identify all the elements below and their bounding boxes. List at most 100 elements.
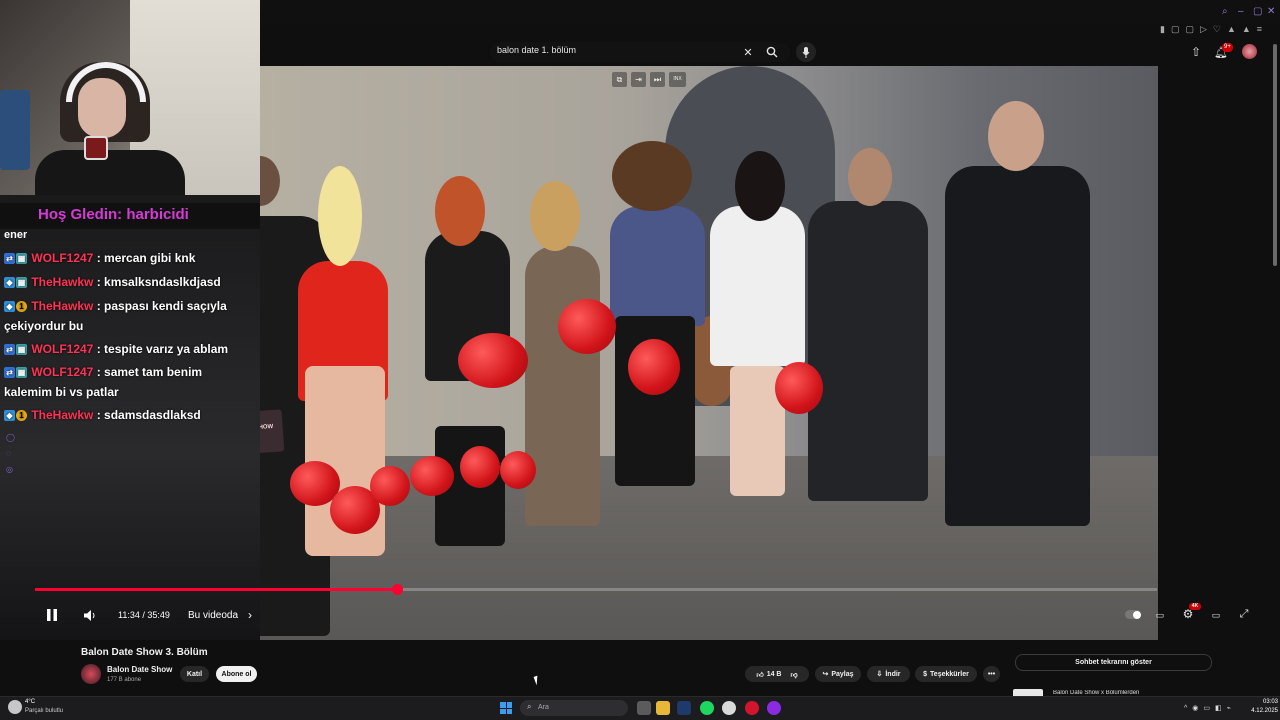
taskbar-date: 4.12.2025	[1251, 708, 1278, 714]
theater-mode-icon[interactable]: ▭	[1209, 608, 1223, 622]
taskbar-search-placeholder: Ara	[538, 704, 549, 711]
taskbar-search-icon: ⌕	[527, 702, 532, 711]
search-input[interactable]: balon date 1. bölüm	[497, 45, 576, 55]
player-top-mini-controls: ⧉ ⇥ ⏭ INX	[612, 72, 690, 88]
streamer-webcam	[0, 0, 260, 195]
badge-icon: ◆	[4, 301, 15, 313]
channel-name[interactable]: Balon Date Show	[107, 665, 172, 674]
share-icon: ↪	[822, 671, 829, 678]
clear-search-icon[interactable]: ✕	[741, 44, 755, 60]
welcome-text: Hoş Gledin: harbicidi	[38, 206, 189, 223]
quality-badge: 4K	[1189, 603, 1201, 610]
volume-icon	[83, 609, 94, 621]
pause-button[interactable]	[44, 606, 60, 624]
badge-icon: ▦	[16, 367, 27, 379]
close-icon[interactable]: ✕	[1267, 6, 1275, 18]
task-view-icon[interactable]	[637, 701, 651, 715]
notification-count-badge: 9+	[1222, 43, 1233, 52]
like-count[interactable]: 14 B	[767, 671, 782, 678]
video-person-leopard-pants	[525, 246, 600, 526]
download-button[interactable]: ⇩ İndir	[867, 666, 910, 682]
badge-icon: 1	[16, 410, 27, 422]
miniplayer-icon[interactable]: ⧉	[612, 72, 627, 87]
chat-message: ⇄ ▦ WOLF1247 : tespite varız ya ablam	[4, 342, 228, 356]
windows-start-icon[interactable]	[500, 702, 512, 714]
video-balloon	[775, 362, 823, 414]
chevron-right-icon[interactable]: ›	[248, 608, 252, 622]
system-tray-icons[interactable]: ^◉▭◧⌁	[1184, 704, 1236, 712]
download-icon: ⇩	[876, 671, 883, 678]
time-display: 11:34 / 35:49	[118, 610, 170, 620]
chat-message: ⇄ ▦ WOLF1247 : samet tam benim	[4, 365, 202, 379]
chat-message: ◆ ▦ TheHawkw : kmsalksndaslkdjasd	[4, 275, 221, 289]
extension-icons[interactable]: ▮▢▢▷♡▲▲≡	[1160, 24, 1280, 36]
webcam-tea-glass	[84, 136, 108, 160]
spotify-icon[interactable]	[700, 701, 714, 715]
chat-message: ⇄ ▦ WOLF1247 : mercan gibi knk	[4, 251, 195, 265]
left-rail-icons[interactable]: ◯ ◌ ◎	[6, 430, 16, 478]
more-actions-icon[interactable]: •••	[983, 666, 1000, 682]
search-icon[interactable]: ⌕	[1222, 6, 1228, 18]
video-balloon	[460, 446, 500, 488]
chat-message: ◆ 1 TheHawkw : sdamsdasdlaksd	[4, 408, 201, 422]
video-show-sign: BALON DATE SHOW	[260, 409, 285, 457]
thumbs-down-icon[interactable]: 👎︎	[791, 670, 798, 679]
upload-icon[interactable]: ⇧	[1189, 44, 1203, 60]
weather-desc: Parçalı bulutlu	[25, 708, 64, 714]
skip-icon[interactable]: ⏭	[650, 72, 665, 87]
chapter-label[interactable]: Bu videoda	[188, 610, 238, 621]
video-balloon	[458, 333, 528, 388]
weather-icon[interactable]	[8, 700, 22, 714]
taskbar-time: 03:03	[1262, 699, 1278, 705]
pip-icon[interactable]: ⇥	[631, 72, 646, 87]
subscriber-count: 177 B abone	[107, 677, 142, 683]
page-scrollbar[interactable]	[1273, 44, 1277, 266]
thumbs-up-icon[interactable]: 👍︎	[756, 670, 763, 679]
video-balloon	[370, 466, 410, 506]
file-explorer-icon[interactable]	[656, 701, 670, 715]
join-button[interactable]: Katıl	[180, 666, 209, 682]
autoplay-toggle[interactable]	[1125, 610, 1141, 619]
video-balloon	[558, 299, 616, 354]
next-video-thumbnail[interactable]	[1013, 689, 1043, 696]
search-button[interactable]	[764, 44, 780, 60]
chat-message-continuation: çekiyordur bu	[4, 319, 84, 333]
badge-icon: ▦	[16, 277, 27, 289]
video-title: Balon Date Show 3. Bölüm	[81, 647, 208, 658]
share-button[interactable]: ↪ Paylaş	[815, 666, 861, 682]
extension-mini-button[interactable]: INX	[669, 72, 686, 87]
video-person-suit-gray-tie	[808, 201, 928, 501]
twitch-icon[interactable]	[767, 701, 781, 715]
show-chat-replay-button[interactable]: Sohbet tekrarını göster	[1015, 654, 1212, 671]
badge-icon: ▦	[16, 344, 27, 356]
subscribe-button[interactable]: Abone ol	[216, 666, 257, 682]
progress-played	[35, 588, 398, 591]
magnifier-icon	[766, 46, 778, 58]
microphone-icon	[802, 46, 810, 58]
channel-avatar[interactable]	[81, 664, 101, 684]
badge-icon: ▦	[16, 253, 27, 265]
volume-button[interactable]	[82, 606, 98, 624]
thanks-icon: $	[923, 670, 928, 678]
minimize-icon[interactable]: –	[1238, 6, 1244, 18]
voice-search-button[interactable]	[796, 42, 816, 62]
video-balloon	[410, 456, 454, 496]
webcam-pc-tower	[0, 90, 30, 170]
chrome-icon[interactable]	[722, 701, 736, 715]
account-avatar[interactable]	[1242, 44, 1257, 59]
opera-icon[interactable]	[745, 701, 759, 715]
thanks-button[interactable]: $ Teşekkürler	[915, 666, 977, 682]
chat-message-continuation: kalemim bi vs patlar	[4, 385, 119, 399]
video-person-black-suit	[945, 166, 1090, 526]
maximize-icon[interactable]: ▢	[1253, 6, 1262, 18]
chat-message: ◆ 1 TheHawkw : paspası kendi saçıyla	[4, 299, 227, 313]
chat-fragment: ener	[4, 229, 28, 241]
badge-icon: ⇄	[4, 344, 15, 356]
fullscreen-icon[interactable]: ⤢	[1237, 607, 1251, 621]
taskbar-search-box[interactable]	[520, 700, 628, 716]
steam-icon[interactable]	[677, 701, 691, 715]
badge-icon: ◆	[4, 410, 15, 422]
video-balloon	[500, 451, 536, 489]
video-player[interactable]: BALON DATE SHOW ⧉ ⇥ ⏭ INX	[260, 66, 1158, 640]
subtitles-icon[interactable]: ▭	[1153, 608, 1167, 622]
